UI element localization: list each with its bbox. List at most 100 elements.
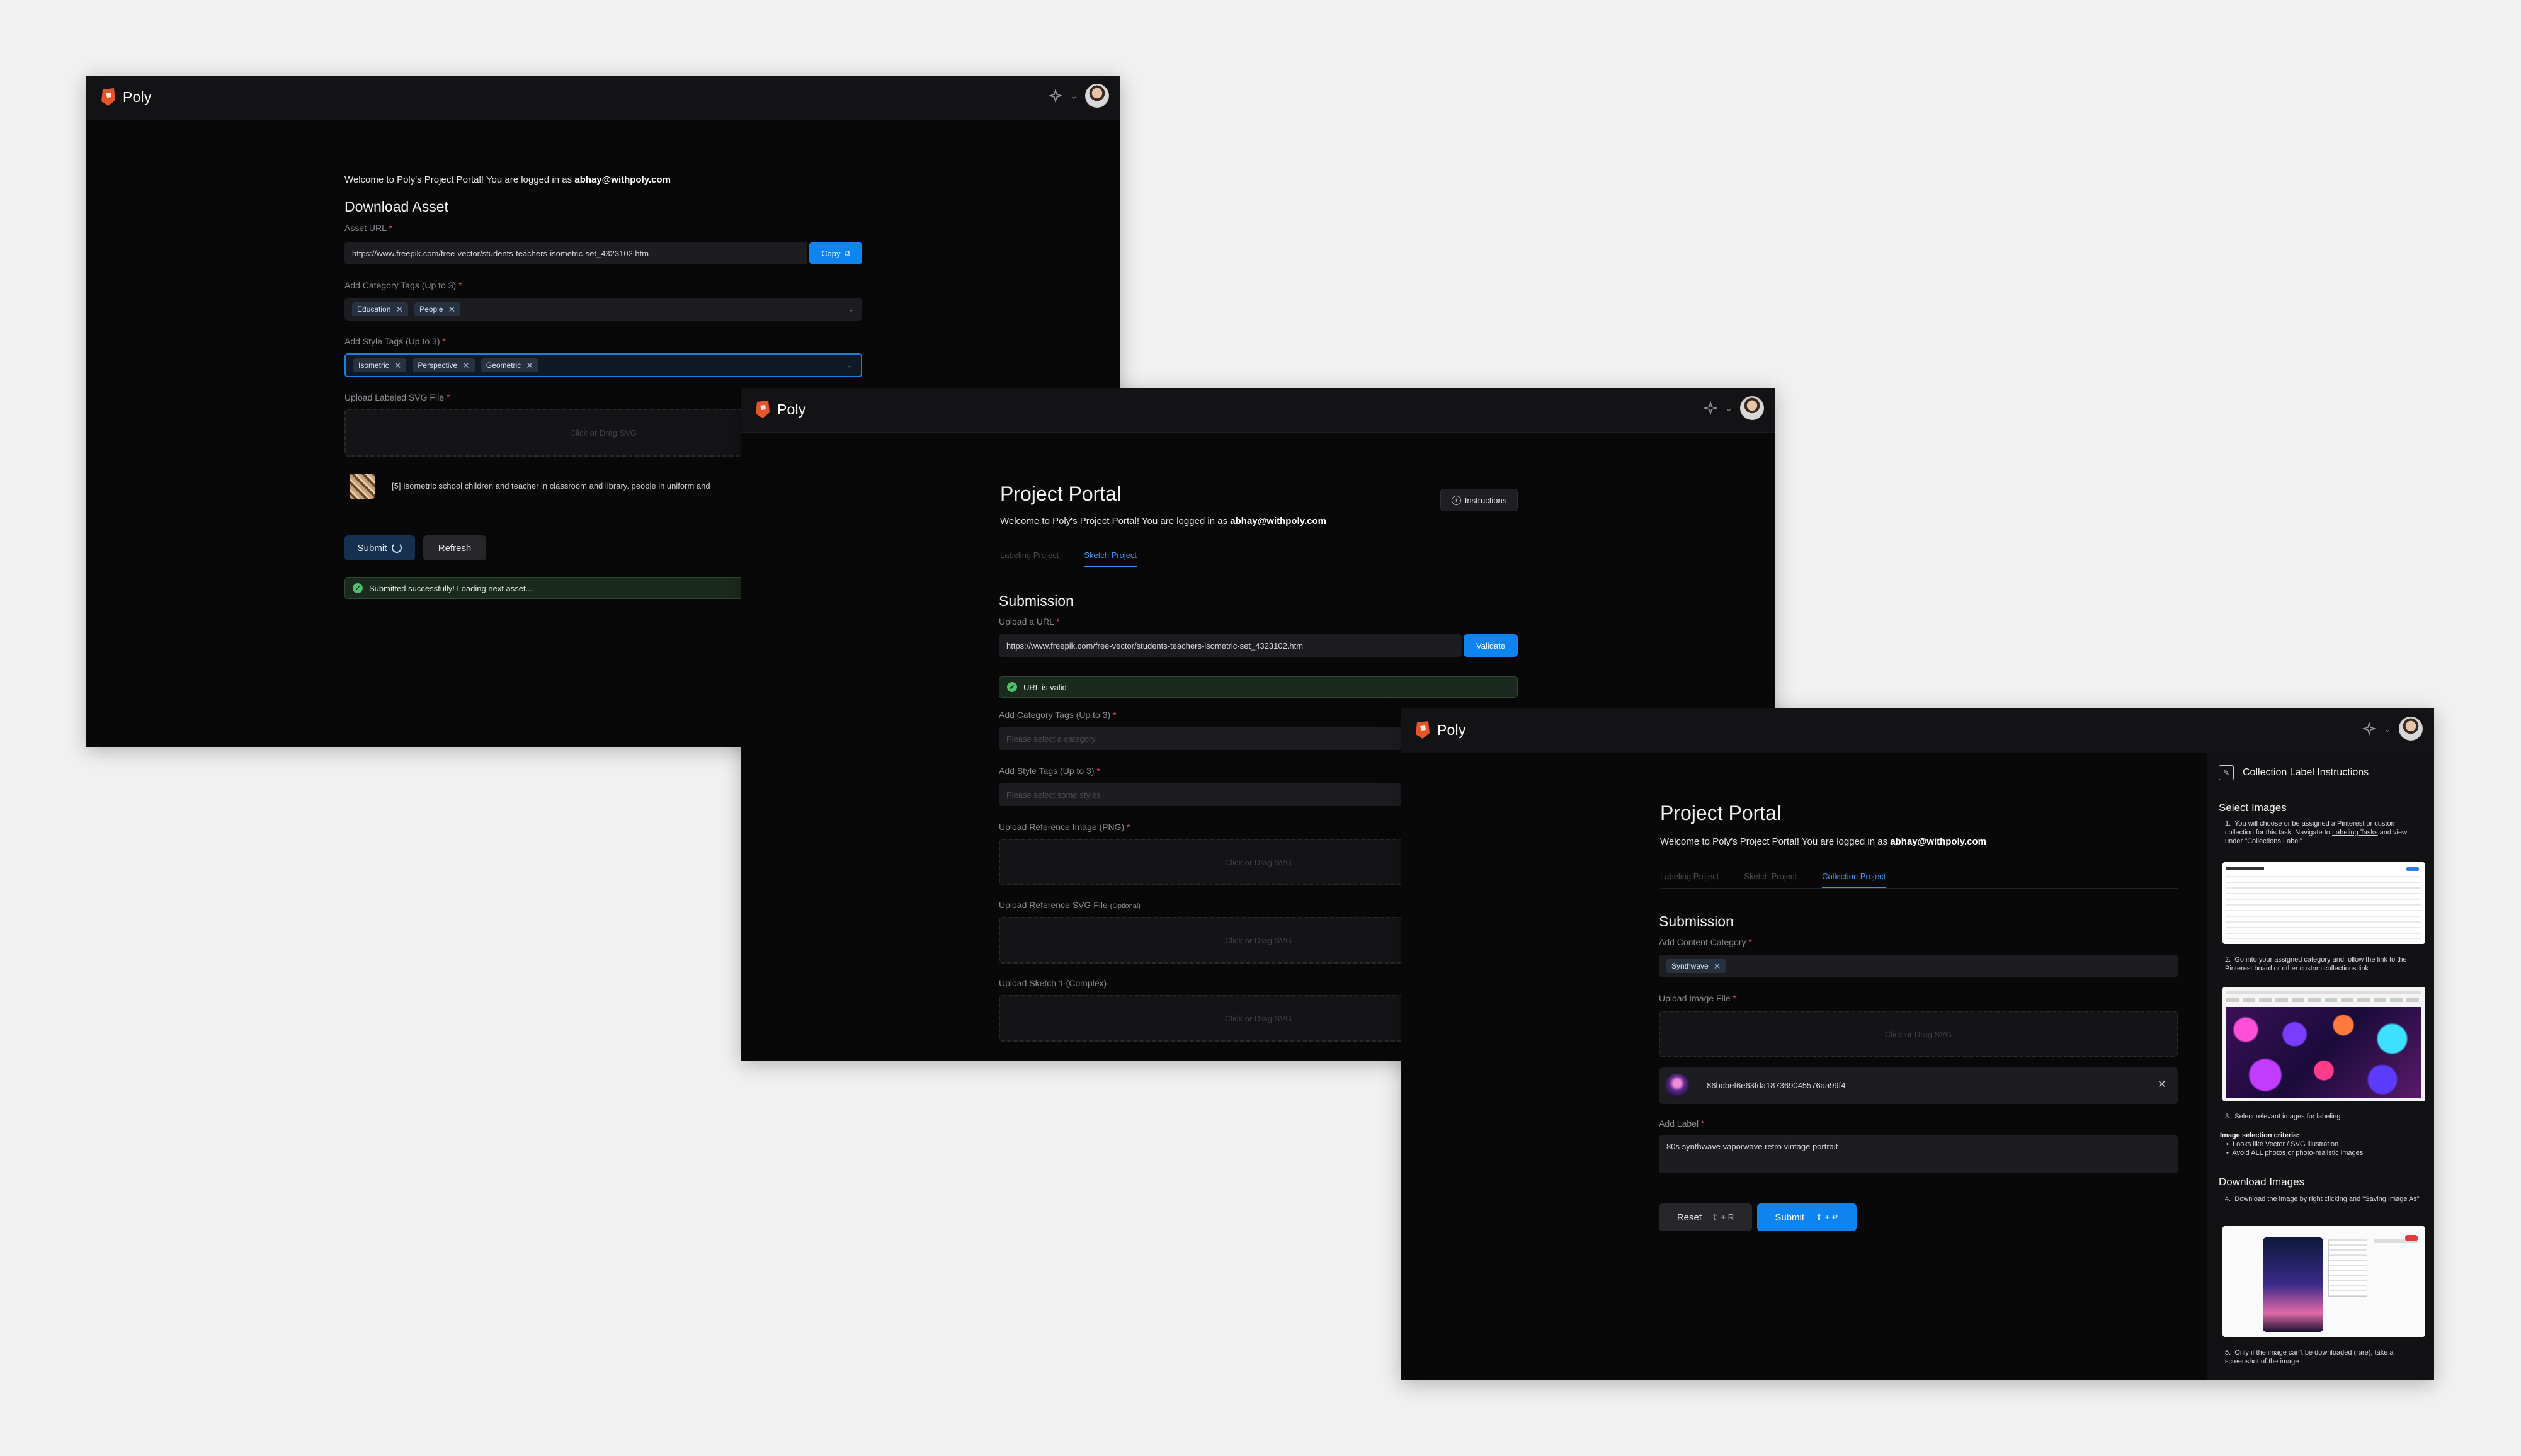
instructions-sidebar: ✎ Collection Label Instructions Select I… <box>2207 753 2434 1380</box>
file-thumbnail <box>1665 1074 1689 1098</box>
info-icon: i <box>1451 495 1461 505</box>
image-dropzone[interactable]: Click or Drag SVG <box>1659 1011 2178 1057</box>
submit-button[interactable]: Submit ⇧ + ↵ <box>1757 1203 1857 1231</box>
poly-logo[interactable]: Poly <box>754 400 806 419</box>
welcome-text: Welcome to Poly's Project Portal! You ar… <box>344 174 671 185</box>
uploaded-file-row: 86bdbef6e63fda187369045576aa99f4 ✕ <box>1659 1067 2178 1104</box>
content-category-select[interactable]: Synthwave ✕ <box>1659 955 2178 977</box>
poly-logo[interactable]: Poly <box>100 88 152 106</box>
tab-sketch-project[interactable]: Sketch Project <box>1744 872 1797 888</box>
step-2: 2. Go into your assigned category and fo… <box>2225 956 2407 972</box>
label-textarea[interactable]: 80s synthwave vaporwave retro vintage po… <box>1659 1135 2178 1173</box>
step-4: 4. Download the image by right clicking … <box>2225 1195 2420 1203</box>
remove-tag-icon[interactable]: ✕ <box>396 304 403 315</box>
tab-collection-project[interactable]: Collection Project <box>1822 872 1886 888</box>
criteria-item: • Looks like Vector / SVG illustration <box>2226 1140 2339 1148</box>
validate-button[interactable]: Validate <box>1464 634 1518 657</box>
app-name: Poly <box>777 401 806 418</box>
reset-button[interactable]: Reset ⇧ + R <box>1659 1203 1752 1231</box>
url-valid-message: ✓ URL is valid <box>999 676 1518 698</box>
avatar[interactable] <box>1740 396 1764 420</box>
chevron-down-icon[interactable]: ⌄ <box>2384 724 2391 734</box>
download-images-heading: Download Images <box>2219 1176 2305 1188</box>
sparkle-icon[interactable] <box>2362 722 2377 736</box>
tab-labeling-project[interactable]: Labeling Project <box>1000 550 1059 567</box>
remove-tag-icon[interactable]: ✕ <box>462 360 470 371</box>
step-3: 3. Select relevant images for labeling <box>2225 1113 2341 1120</box>
page-title: Project Portal <box>1000 482 1122 505</box>
tab-sketch-project[interactable]: Sketch Project <box>1084 550 1137 567</box>
chevron-down-icon[interactable]: ⌄ <box>1725 403 1733 414</box>
remove-tag-icon[interactable]: ✕ <box>394 360 402 371</box>
copy-button[interactable]: Copy ⧉ <box>809 242 862 264</box>
criteria-item: • Avoid ALL photos or photo-realistic im… <box>2226 1149 2364 1157</box>
section-heading: Submission <box>1659 913 1734 930</box>
project-tabs: Labeling Project Sketch Project <box>1000 550 1518 567</box>
chevron-down-icon[interactable]: ⌄ <box>1070 91 1078 101</box>
save-image-screenshot <box>2222 1226 2425 1337</box>
app-name: Poly <box>123 88 152 105</box>
step-5: 5. Only if the image can't be downloaded… <box>2225 1349 2394 1365</box>
copy-icon: ⧉ <box>844 248 850 258</box>
style-tags-label: Add Style Tags (Up to 3) * <box>344 336 446 346</box>
sidebar-header: ✎ Collection Label Instructions <box>2219 765 2369 780</box>
top-bar: Poly ⌄ <box>1401 708 2434 753</box>
remove-tag-icon[interactable]: ✕ <box>526 360 533 371</box>
close-icon[interactable]: ✕ <box>2158 1078 2166 1091</box>
sketch-label: Upload Sketch 1 (Complex) <box>999 978 1107 988</box>
sparkle-icon[interactable] <box>1049 89 1063 103</box>
add-label-label: Add Label * <box>1659 1118 1705 1129</box>
pencil-icon: ✎ <box>2219 765 2234 780</box>
avatar[interactable] <box>2399 717 2423 741</box>
avatar[interactable] <box>1085 84 1109 108</box>
check-icon: ✓ <box>353 583 363 593</box>
ref-svg-label: Upload Reference SVG File (Optional) <box>999 900 1141 910</box>
refresh-button[interactable]: Refresh <box>423 535 486 560</box>
shortcut-hint: ⇧ + R <box>1712 1212 1734 1222</box>
remove-tag-icon[interactable]: ✕ <box>448 304 455 315</box>
welcome-text: Welcome to Poly's Project Portal! You ar… <box>1000 516 1326 526</box>
criteria-heading: Image selection criteria: <box>2220 1132 2299 1139</box>
tag-synthwave[interactable]: Synthwave ✕ <box>1666 959 1726 973</box>
labeling-tasks-link[interactable]: Labeling Tasks <box>2332 829 2378 836</box>
tag-geometric[interactable]: Geometric ✕ <box>481 358 538 372</box>
shortcut-hint: ⇧ + ↵ <box>1816 1212 1839 1222</box>
window-collection-project: Poly ⌄ Project Portal Welcome to Poly's … <box>1401 708 2434 1380</box>
asset-thumbnail <box>350 474 375 499</box>
tag-people[interactable]: People ✕ <box>414 302 461 316</box>
chevron-down-icon[interactable]: ⌄ <box>848 304 855 314</box>
asset-url-field[interactable]: https://www.freepik.com/free-vector/stud… <box>344 242 807 264</box>
asset-description: [5] Isometric school children and teache… <box>392 481 710 491</box>
tag-perspective[interactable]: Perspective ✕ <box>413 358 475 372</box>
tag-education[interactable]: Education ✕ <box>352 302 409 316</box>
page-title: Project Portal <box>1660 802 1782 824</box>
top-bar: Poly ⌄ <box>86 76 1120 120</box>
section-heading: Submission <box>999 593 1074 609</box>
url-label: Upload a URL * <box>999 617 1060 627</box>
chevron-down-icon[interactable]: ⌄ <box>846 360 853 370</box>
remove-tag-icon[interactable]: ✕ <box>1714 961 1721 972</box>
app-name: Poly <box>1437 721 1466 738</box>
poly-logo[interactable]: Poly <box>1414 720 1466 739</box>
instructions-button[interactable]: i Instructions <box>1440 489 1518 511</box>
page-title: Download Asset <box>344 198 448 215</box>
content-category-label: Add Content Category * <box>1659 937 1752 947</box>
poly-logo-icon <box>756 401 770 418</box>
style-tags-select[interactable]: Isometric ✕ Perspective ✕ Geometric ✕ ⌄ <box>344 353 862 377</box>
category-tags-label: Add Category Tags (Up to 3) * <box>999 710 1117 720</box>
tag-isometric[interactable]: Isometric ✕ <box>353 358 407 372</box>
category-tags-select[interactable]: Education ✕ People ✕ ⌄ <box>344 298 862 321</box>
step-1: 1. You will choose or be assigned a Pint… <box>2225 820 2408 845</box>
poly-logo-icon <box>101 88 115 106</box>
check-icon: ✓ <box>1007 682 1017 692</box>
top-bar: Poly ⌄ <box>741 388 1775 433</box>
select-images-heading: Select Images <box>2219 802 2287 814</box>
labeling-tasks-screenshot <box>2222 862 2425 944</box>
sparkle-icon[interactable] <box>1704 401 1718 415</box>
sidebar-title: Collection Label Instructions <box>2243 767 2369 778</box>
tab-labeling-project[interactable]: Labeling Project <box>1660 872 1719 888</box>
style-tags-label: Add Style Tags (Up to 3) * <box>999 766 1100 776</box>
submit-button[interactable]: Submit <box>344 535 415 560</box>
url-field[interactable]: https://www.freepik.com/free-vector/stud… <box>999 634 1462 657</box>
pinterest-board-screenshot <box>2222 987 2425 1101</box>
